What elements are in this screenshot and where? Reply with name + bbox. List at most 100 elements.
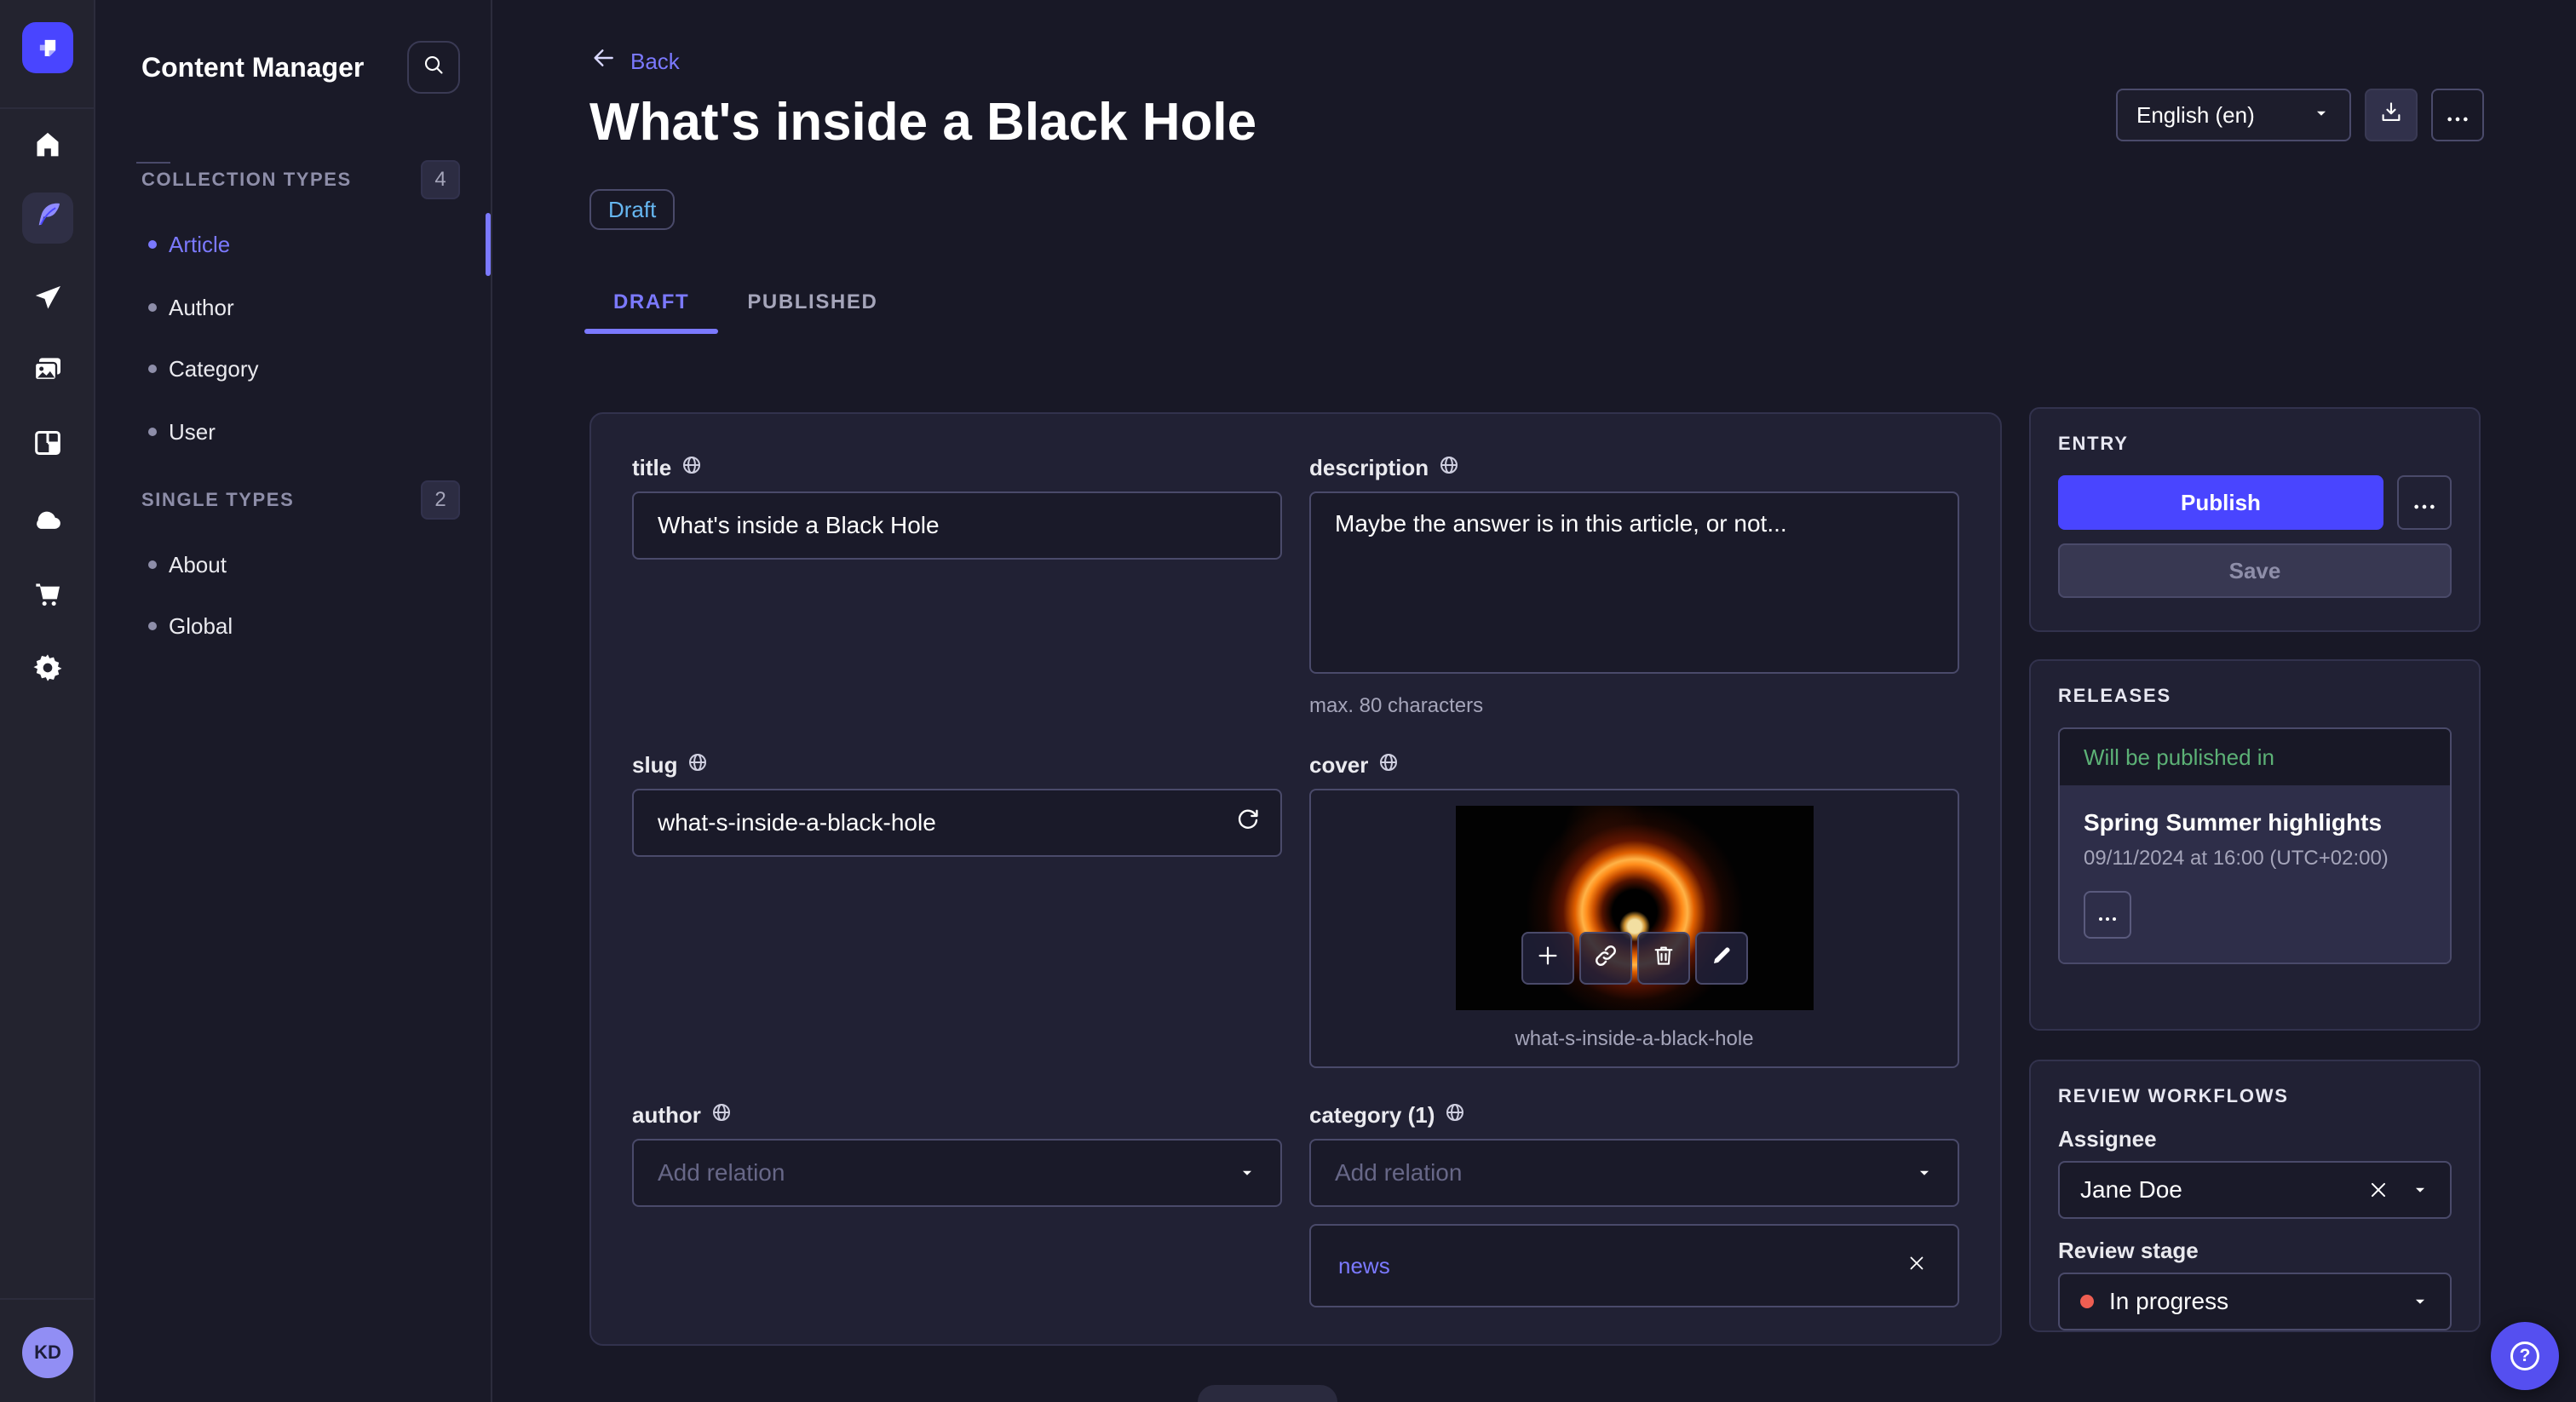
globe-icon <box>681 455 702 481</box>
strapi-logo-icon <box>39 39 56 57</box>
slug-input[interactable] <box>632 789 1282 857</box>
globe-icon <box>711 1102 732 1129</box>
icon-rail: KD <box>0 0 95 1402</box>
category-relation-select[interactable]: Add relation <box>1309 1139 1959 1207</box>
feather-icon <box>31 198 65 238</box>
tab-draft[interactable]: DRAFT <box>584 271 718 334</box>
cover-edit-button[interactable] <box>1694 932 1748 985</box>
back-label: Back <box>630 48 680 74</box>
search-button[interactable] <box>407 41 460 94</box>
release-more-button[interactable] <box>2084 891 2131 939</box>
author-label-text: author <box>632 1102 701 1128</box>
export-button[interactable] <box>2365 89 2418 141</box>
header-more-button[interactable] <box>2431 89 2484 141</box>
cover-add-button[interactable] <box>1521 932 1574 985</box>
media-library-icon[interactable] <box>27 349 68 390</box>
more-dots-icon <box>2446 102 2470 129</box>
collapsed-element-peek <box>1198 1385 1337 1402</box>
assignee-value: Jane Doe <box>2080 1176 2182 1203</box>
title-input[interactable] <box>632 491 1282 560</box>
remove-relation-button[interactable] <box>1903 1252 1930 1279</box>
status-badge: Draft <box>589 189 676 230</box>
strapi-logo[interactable] <box>22 22 73 73</box>
review-stage-select[interactable]: In progress <box>2058 1273 2452 1330</box>
entry-more-button[interactable] <box>2397 475 2452 530</box>
globe-icon <box>687 752 708 779</box>
user-avatar[interactable]: KD <box>22 1327 73 1378</box>
tab-draft-label: DRAFT <box>613 290 690 313</box>
sidebar-item-label: Category <box>169 355 259 382</box>
sidebar-item-category[interactable]: Category <box>95 337 491 400</box>
publish-button[interactable]: Publish <box>2058 475 2383 530</box>
author-relation-select[interactable]: Add relation <box>632 1139 1282 1207</box>
field-category: category (1) Add relation news <box>1309 1102 1959 1307</box>
releases-panel: RELEASES Will be published in Spring Sum… <box>2029 659 2481 1031</box>
description-textarea[interactable]: Maybe the answer is in this article, or … <box>1309 491 1959 674</box>
save-button[interactable]: Save <box>2058 543 2452 598</box>
home-icon[interactable] <box>27 124 68 165</box>
release-status: Will be published in <box>2060 729 2450 785</box>
close-icon <box>1906 1253 1927 1279</box>
author-label: author <box>632 1102 1282 1129</box>
help-button[interactable]: ? <box>2491 1322 2559 1390</box>
globe-icon <box>1445 1102 1465 1129</box>
back-arrow-icon <box>589 44 617 78</box>
question-mark-icon: ? <box>2510 1342 2539 1370</box>
cover-copy-link-button[interactable] <box>1578 932 1632 985</box>
assignee-label: Assignee <box>2058 1126 2157 1152</box>
slug-label-text: slug <box>632 752 678 778</box>
active-item-indicator <box>486 213 491 276</box>
release-body: Spring Summer highlights 09/11/2024 at 1… <box>2060 785 2450 962</box>
chevron-down-icon <box>2312 102 2331 129</box>
regenerate-slug-button[interactable] <box>1231 806 1265 840</box>
release-date: 09/11/2024 at 16:00 (UTC+02:00) <box>2084 847 2389 870</box>
single-types-section: SINGLE TYPES 2 <box>95 480 491 520</box>
release-card: Will be published in Spring Summer highl… <box>2058 727 2452 964</box>
sidebar-item-about[interactable]: About <box>95 533 491 596</box>
download-icon <box>2378 100 2404 131</box>
collection-types-count: 4 <box>421 160 460 199</box>
header-controls: English (en) <box>2116 89 2484 141</box>
author-placeholder: Add relation <box>658 1159 785 1186</box>
category-label: category (1) <box>1309 1102 1959 1129</box>
sidebar-title: Content Manager <box>141 51 365 83</box>
entry-panel: ENTRY Publish Save <box>2029 407 2481 632</box>
category-placeholder: Add relation <box>1335 1159 1463 1186</box>
sidebar-item-global[interactable]: Global <box>95 595 491 658</box>
globe-icon <box>1439 455 1459 481</box>
locale-select[interactable]: English (en) <box>2116 89 2351 141</box>
slug-label: slug <box>632 752 1282 779</box>
chevron-down-icon <box>2411 1175 2429 1206</box>
marketplace-cart-icon[interactable] <box>27 574 68 615</box>
chevron-down-icon <box>1915 1158 1934 1189</box>
settings-gear-icon[interactable] <box>27 647 68 688</box>
tab-published-label: PUBLISHED <box>747 290 878 313</box>
trash-icon <box>1651 943 1676 974</box>
content-manager-nav-active[interactable] <box>22 192 73 244</box>
globe-icon <box>1378 752 1399 779</box>
page-title: What's inside a Black Hole <box>589 93 1257 152</box>
relation-link-news[interactable]: news <box>1338 1253 1390 1279</box>
sidebar-item-label: Author <box>169 294 234 320</box>
cover-label: cover <box>1309 752 1959 779</box>
sidebar-item-user[interactable]: User <box>95 400 491 463</box>
assignee-select[interactable]: Jane Doe <box>2058 1161 2452 1219</box>
rail-divider <box>0 107 94 109</box>
back-link[interactable]: Back <box>589 44 680 78</box>
review-workflows-panel: REVIEW WORKFLOWS Assignee Jane Doe Revie… <box>2029 1060 2481 1332</box>
refresh-icon <box>1234 807 1262 840</box>
content-type-builder-icon[interactable] <box>27 422 68 463</box>
more-dots-icon <box>2412 490 2436 516</box>
locale-value: English (en) <box>2136 101 2255 128</box>
bullet-icon <box>148 560 157 569</box>
cover-label-text: cover <box>1309 752 1369 778</box>
deploy-icon[interactable] <box>27 278 68 319</box>
sidebar-item-author[interactable]: Author <box>95 276 491 339</box>
clear-assignee-button[interactable] <box>2365 1176 2392 1204</box>
cloud-icon[interactable] <box>27 499 68 540</box>
edit-form-card: title description Maybe the answer is in… <box>589 412 2002 1346</box>
cover-delete-button[interactable] <box>1636 932 1690 985</box>
content-manager-sidebar: Content Manager COLLECTION TYPES 4 Artic… <box>95 0 492 1402</box>
tab-published[interactable]: PUBLISHED <box>718 271 906 334</box>
sidebar-item-article[interactable]: Article <box>95 213 491 276</box>
